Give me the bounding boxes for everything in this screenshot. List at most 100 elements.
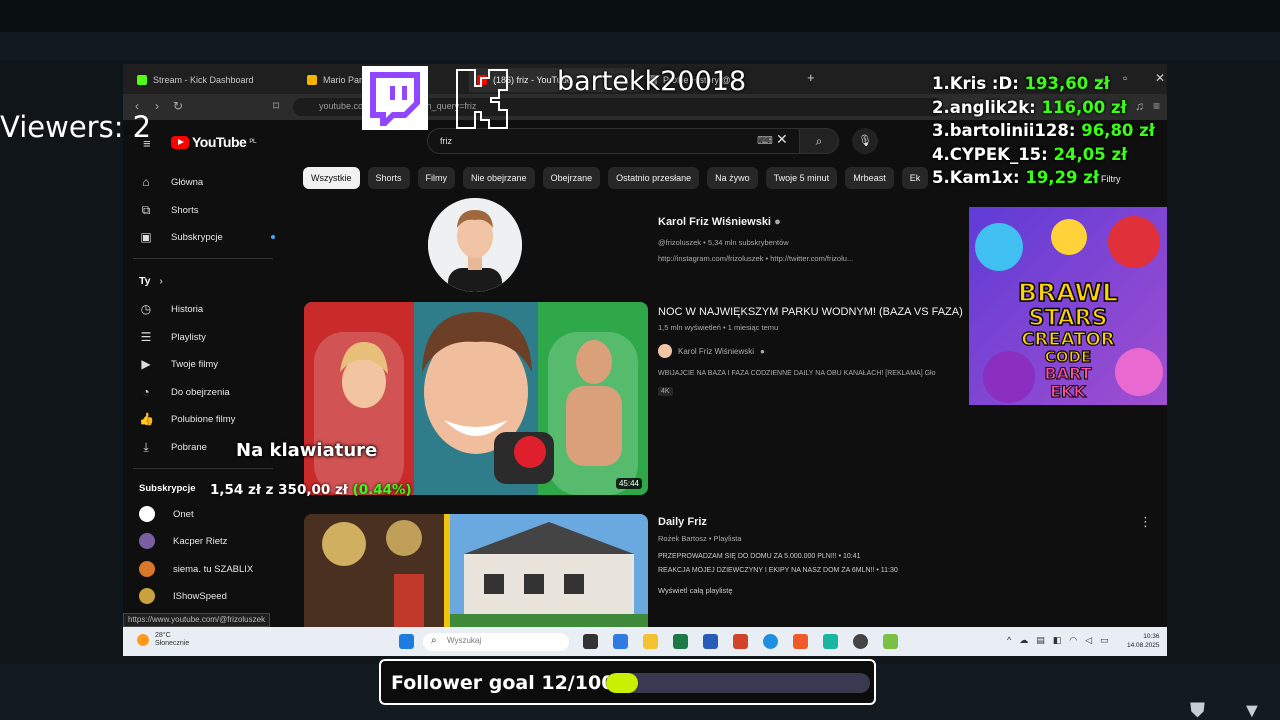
playlist-episode[interactable]: PRZEPROWADZAM SIĘ DO DOMU ZA 5.000.000 P…	[658, 553, 861, 560]
chip-your-5-minutes[interactable]: Twoje 5 minut	[765, 167, 838, 189]
channel-avatar	[139, 561, 155, 577]
browser-tab-kick[interactable]: Stream - Kick Dashboard	[129, 68, 299, 92]
app-icon[interactable]	[613, 634, 628, 649]
donation-percent: (0.44%)	[352, 482, 412, 498]
sidebar-item-playlists[interactable]: ☰ Playlisty	[139, 325, 206, 349]
chip-recently-uploaded[interactable]: Ostatnio przesłane	[608, 167, 700, 189]
app-tray-icon: ◧	[1052, 635, 1062, 645]
volume-icon: ◁	[1085, 635, 1093, 645]
edge-icon[interactable]	[763, 634, 778, 649]
sidebar-item-history[interactable]: ◷ Historia	[139, 297, 203, 321]
obs-icon[interactable]	[853, 634, 868, 649]
sidebar-divider	[133, 468, 273, 469]
donation-current: 1,54 zł	[210, 482, 261, 498]
sidebar-item-label: Onet	[173, 508, 194, 520]
more-options-icon[interactable]: ⋮	[1139, 514, 1152, 530]
video-title[interactable]: NOC W NAJWIĘKSZYM PARKU WODNYM! (BAZA VS…	[658, 306, 963, 318]
chip-shorts[interactable]: Shorts	[367, 167, 410, 189]
subscriptions-icon: ▣	[140, 230, 152, 244]
forward-arrow-icon[interactable]: ›	[155, 99, 159, 113]
chip-live[interactable]: Na żywo	[707, 167, 758, 189]
sidebar-subscription-onet[interactable]: Onet	[139, 502, 194, 526]
chip-mrbeast[interactable]: Mrbeast	[845, 167, 894, 189]
chip-all[interactable]: Wszystkie	[303, 167, 360, 189]
app-tray-icon: ▤	[1036, 635, 1045, 645]
app-icon[interactable]	[883, 634, 898, 649]
sidebar-subscription-szablix[interactable]: siema. tu SZABLIX	[139, 557, 253, 581]
windows-start-icon[interactable]	[399, 634, 414, 649]
playlist-see-all-link[interactable]: Wyświetl całą playlistę	[658, 586, 733, 595]
taskbar-clock[interactable]: 10:36 14.08.2025	[1127, 632, 1160, 650]
app-icon[interactable]	[823, 634, 838, 649]
chevron-up-icon: ^	[1007, 635, 1012, 645]
close-window-icon[interactable]: ✕	[1155, 71, 1165, 85]
sidebar-subscription-kacper-rietz[interactable]: Kacper Rietz	[139, 529, 227, 553]
word-icon[interactable]	[703, 634, 718, 649]
sidebar-subscription-ishowspeed[interactable]: IShowSpeed	[139, 584, 227, 608]
playlist-thumbnail[interactable]	[304, 514, 648, 629]
excel-icon[interactable]	[673, 634, 688, 649]
donation-goal-title: Na klawiature	[236, 440, 378, 461]
chip-truncated[interactable]: Ek	[901, 167, 929, 189]
clear-search-icon[interactable]: ✕	[776, 131, 788, 148]
search-input[interactable]: friz	[427, 128, 807, 154]
keyboard-icon[interactable]: ⌨	[757, 134, 773, 147]
chip-videos[interactable]: Filmy	[417, 167, 456, 189]
weather-temp: 28°C	[155, 632, 171, 639]
sidebar-item-downloads[interactable]: ⤓ Pobrane	[139, 435, 207, 459]
weather-widget[interactable]: 28°C Słonecznie	[137, 632, 189, 648]
channel-avatar	[139, 506, 155, 522]
channel-avatar	[139, 533, 155, 549]
sidebar-item-your-videos[interactable]: ▶ Twoje filmy	[139, 352, 218, 376]
playlist-icon: ☰	[140, 330, 152, 344]
brave-icon[interactable]	[793, 634, 808, 649]
video-channel[interactable]: Karol Friz Wiśniewski ●	[658, 344, 765, 358]
voice-search-button[interactable]: 🎙	[852, 128, 878, 154]
leaderboard-row: 4.CYPEK_15: 24,05 zł	[932, 143, 1155, 167]
search-button[interactable]: ⌕	[799, 128, 839, 154]
sidebar-you-heading[interactable]: Ty ›	[139, 275, 163, 287]
ekk-text: EKK	[1050, 382, 1086, 401]
new-tab-plus-icon[interactable]: +	[807, 70, 815, 85]
sidebar-heading-label: Subskrypcje	[139, 483, 196, 494]
person-avatar-illustration	[428, 198, 522, 292]
playlist-meta: Rożek Bartosz • Playlista	[658, 534, 742, 543]
shorts-icon: ⧉	[141, 202, 151, 217]
powerpoint-icon[interactable]	[733, 634, 748, 649]
sidebar-item-home[interactable]: ⌂ Główna	[139, 170, 203, 194]
sidebar-item-label: siema. tu SZABLIX	[173, 563, 254, 575]
reload-icon[interactable]: ↻	[173, 99, 183, 113]
video-thumbnail[interactable]: 45:44	[304, 302, 648, 495]
playlist-episode[interactable]: REAKCJA MOJEJ DZIEWCZYNY I EKIPY NA NASZ…	[658, 567, 898, 574]
microphone-icon: 🎙	[858, 135, 872, 147]
bookmark-icon[interactable]: ⌑	[273, 99, 279, 113]
follower-goal-fill	[606, 673, 638, 693]
sidebar-item-label: Historia	[171, 303, 204, 315]
bart-text: BART	[1044, 364, 1091, 383]
taskbar-search-input[interactable]: ⌕ Wyszukaj	[423, 633, 569, 651]
chip-unwatched[interactable]: Nie obejrzane	[463, 167, 535, 189]
channel-avatar	[139, 588, 155, 604]
task-view-icon[interactable]	[583, 634, 598, 649]
sidebar-item-liked-videos[interactable]: 👍 Polubione filmy	[139, 407, 235, 431]
file-explorer-icon[interactable]	[643, 634, 658, 649]
verified-icon: ●	[760, 346, 765, 356]
donor-name: 5.Kam1x:	[932, 168, 1020, 187]
donor-amount: 116,00 zł	[1041, 97, 1127, 117]
youtube-logo[interactable]: YouTube PL	[171, 134, 256, 150]
sidebar-item-shorts[interactable]: ⧉ Shorts	[139, 198, 199, 222]
channel-name[interactable]: Karol Friz Wiśniewski ●	[658, 216, 781, 228]
sidebar-item-subscriptions[interactable]: ▣ Subskrypcje	[139, 225, 279, 249]
sidebar-item-label: Subskrypcje	[171, 231, 223, 243]
sidebar-item-label: Pobrane	[171, 441, 207, 453]
kick-glyph-icon	[456, 69, 508, 129]
channel-name-text: Karol Friz Wiśniewski	[658, 216, 771, 228]
chip-watched[interactable]: Obejrzane	[542, 167, 601, 189]
channel-links[interactable]: http://instagram.com/frizoluszek • http:…	[658, 254, 853, 263]
sidebar-item-watch-later[interactable]: ◔ Do obejrzenia	[139, 380, 229, 404]
channel-result-avatar[interactable]	[428, 198, 522, 292]
donor-amount: 19,29 zł	[1025, 168, 1100, 187]
playlist-title[interactable]: Daily Friz	[658, 516, 707, 528]
status-bar-url: https://www.youtube.com/@frizoluszek	[123, 613, 271, 627]
system-tray[interactable]: ^ ☁ ▤ ◧ ◠ ◁ ▭	[1007, 635, 1109, 646]
